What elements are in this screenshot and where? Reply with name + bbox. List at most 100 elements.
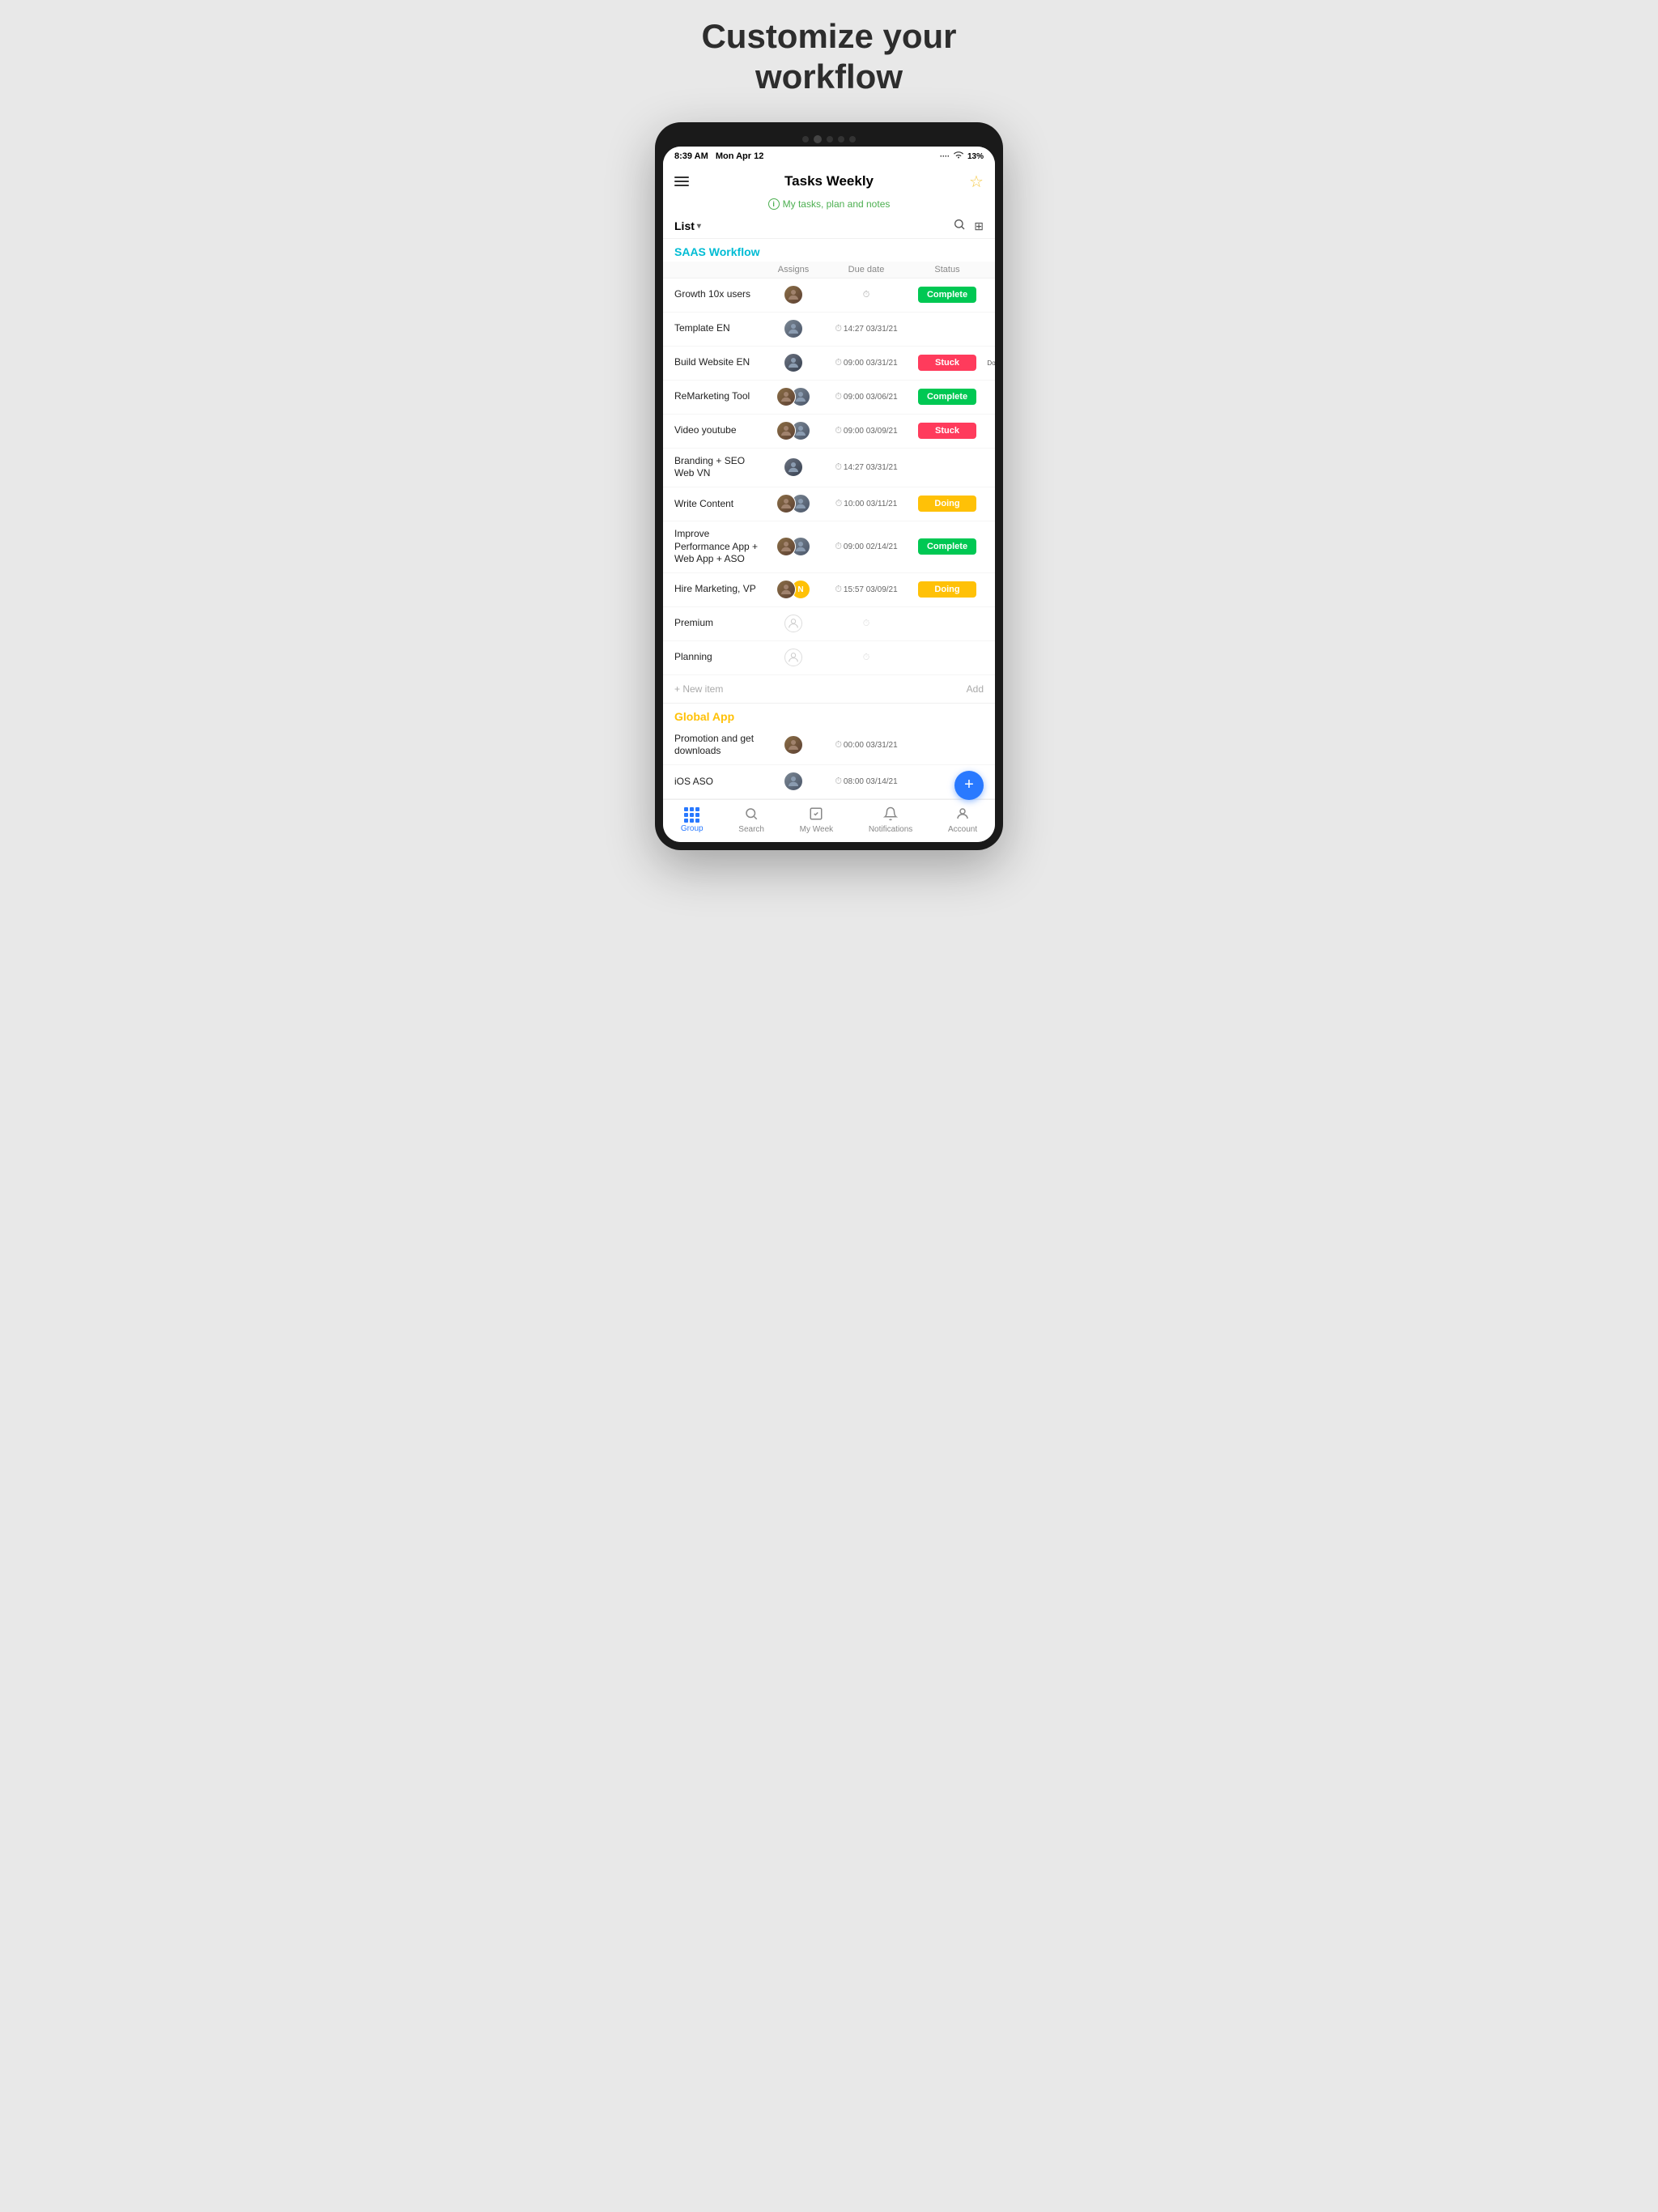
favorite-icon[interactable]: ☆: [969, 172, 984, 192]
hamburger-button[interactable]: [674, 177, 689, 186]
table-row[interactable]: Video youtube ⏱ 09:00 03/09/21: [663, 415, 995, 449]
table-row[interactable]: iOS ASO ⏱ 08:00 03/14/21: [663, 765, 995, 799]
status-cell: Complete: [911, 389, 984, 405]
table-row[interactable]: Hire Marketing, VP N ⏱ 15:57 03/09/21 Do…: [663, 573, 995, 607]
status-cell: Doing: [911, 581, 984, 598]
avatar-group: [776, 387, 810, 406]
status-cell: Stuck: [911, 423, 984, 439]
device-frame: 8:39 AM Mon Apr 12 ···· 13% Tasks Weekly: [655, 122, 1003, 850]
wifi-icon: [953, 151, 964, 162]
assign-cell: [765, 387, 822, 406]
nav-item-group[interactable]: Group: [681, 807, 704, 833]
clock-icon: ⏱: [835, 542, 842, 552]
task-name: Template EN: [674, 322, 765, 335]
clock-icon: ⏱: [835, 585, 842, 595]
table-row[interactable]: Premium ⏱: [663, 607, 995, 641]
avatar: [784, 735, 803, 755]
task-name: Improve Performance App + Web App + ASO: [674, 528, 765, 566]
nav-item-myweek[interactable]: My Week: [800, 806, 834, 834]
task-name: Build Website EN: [674, 356, 765, 369]
due-date-text: 00:00 03/31/21: [844, 741, 898, 750]
due-date-text: 08:00 03/14/21: [844, 777, 898, 786]
table-header: Assigns Due date Status: [663, 262, 995, 279]
search-nav-icon: [744, 806, 759, 823]
status-bar: 8:39 AM Mon Apr 12 ···· 13%: [663, 147, 995, 165]
assign-cell: [765, 615, 822, 632]
table-row[interactable]: Growth 10x users ⏱ Complete: [663, 279, 995, 313]
task-name: ReMarketing Tool: [674, 390, 765, 403]
nav-item-notifications[interactable]: Notifications: [869, 806, 912, 834]
clock-icon: ⏱: [835, 426, 842, 436]
col-name: [674, 265, 765, 274]
due-date-cell: ⏱ 09:00 03/09/21: [822, 426, 911, 436]
saas-section-label: SAAS Workflow: [663, 239, 995, 262]
due-date-cell: ⏱ 00:00 03/31/21: [822, 740, 911, 751]
new-item-label: + New item: [674, 683, 723, 695]
assign-cell: [765, 772, 822, 791]
subtitle-bar: i My tasks, plan and notes: [663, 195, 995, 215]
new-item-row[interactable]: + New item Add: [663, 675, 995, 704]
due-date-text: 10:00 03/11/21: [844, 500, 897, 508]
avatar: [776, 537, 796, 556]
table-row[interactable]: Template EN ⏱ 14:27 03/31/21: [663, 313, 995, 347]
nav-item-search[interactable]: Search: [738, 806, 764, 834]
avatar: [784, 772, 803, 791]
assign-cell: [765, 457, 822, 477]
assign-cell: [765, 353, 822, 372]
list-selector[interactable]: List ▾: [674, 219, 701, 232]
assign-cell: N: [765, 580, 822, 599]
avatar-group: [776, 537, 810, 556]
table-row[interactable]: Promotion and get downloads ⏱ 00:00 03/3…: [663, 726, 995, 765]
status-badge: Stuck: [918, 355, 976, 371]
notch-camera: [814, 135, 822, 143]
nav-label-myweek: My Week: [800, 825, 834, 834]
headline: Customize yourworkflow: [685, 16, 972, 98]
avatar: [784, 353, 803, 372]
due-date-cell: ⏱ 09:00 02/14/21: [822, 542, 911, 552]
avatar: [776, 387, 796, 406]
due-date-cell: ⏱ 10:00 03/11/21: [822, 499, 911, 509]
status-cell: Stuck Doanh: [911, 355, 984, 371]
fab-button[interactable]: +: [954, 771, 984, 800]
task-name: Promotion and get downloads: [674, 733, 765, 758]
table-row[interactable]: ReMarketing Tool ⏱ 09:00 03/06/21: [663, 381, 995, 415]
task-name: Branding + SEO Web VN: [674, 455, 765, 480]
due-date-cell: ⏱ 15:57 03/09/21: [822, 585, 911, 595]
avatar: [776, 580, 796, 599]
due-date-text: 15:57 03/09/21: [844, 585, 898, 594]
task-name: Hire Marketing, VP: [674, 583, 765, 596]
col-assigns: Assigns: [765, 265, 822, 274]
avatar: [776, 421, 796, 440]
table-row[interactable]: Write Content ⏱ 10:00 03/11/21: [663, 487, 995, 521]
avatar-group: N: [776, 580, 810, 599]
avatar-placeholder: [784, 615, 802, 632]
clock-icon: ⏱: [863, 653, 870, 663]
notch-dot-1: [802, 136, 809, 143]
task-name: Video youtube: [674, 424, 765, 437]
col-status: Status: [911, 265, 984, 274]
due-date-cell: ⏱ 08:00 03/14/21: [822, 776, 911, 787]
status-badge: Doing: [918, 581, 976, 598]
table-row[interactable]: Improve Performance App + Web App + ASO …: [663, 521, 995, 573]
due-date-text: 14:27 03/31/21: [844, 325, 898, 334]
assign-cell: [765, 735, 822, 755]
overflow-name: Doanh: [987, 359, 995, 367]
status-cell: Complete: [911, 538, 984, 555]
filter-icon[interactable]: ⊞: [974, 219, 984, 233]
status-badge: Complete: [918, 389, 976, 405]
due-date-cell: ⏱: [822, 653, 911, 663]
task-name: Premium: [674, 617, 765, 630]
nav-label-account: Account: [948, 825, 977, 834]
due-date-cell: ⏱ 09:00 03/06/21: [822, 392, 911, 402]
assign-cell: [765, 537, 822, 556]
table-row[interactable]: Branding + SEO Web VN ⏱ 14:27 03/31/21: [663, 449, 995, 487]
nav-label-notifications: Notifications: [869, 825, 912, 834]
screen: 8:39 AM Mon Apr 12 ···· 13% Tasks Weekly: [663, 147, 995, 842]
task-name: Growth 10x users: [674, 288, 765, 301]
grid-icon: [684, 807, 699, 823]
search-icon[interactable]: [953, 218, 966, 235]
due-date-cell: ⏱ 09:00 03/31/21: [822, 358, 911, 368]
table-row[interactable]: Planning ⏱: [663, 641, 995, 675]
table-row[interactable]: Build Website EN ⏱ 09:00 03/31/21 Stuck …: [663, 347, 995, 381]
nav-item-account[interactable]: Account: [948, 806, 977, 834]
